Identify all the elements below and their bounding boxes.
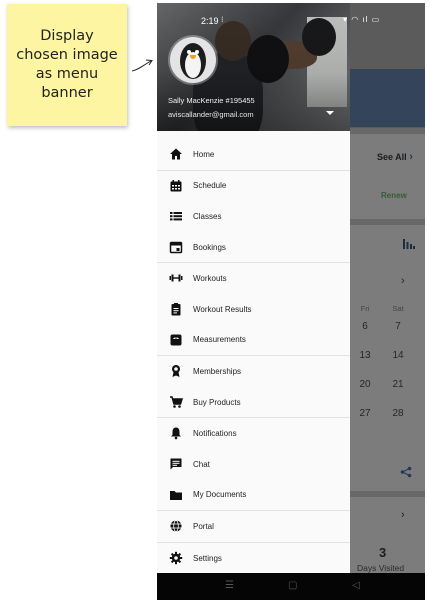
notification-status-icon: ⁝	[221, 15, 224, 24]
background-divider	[350, 128, 425, 134]
menu-item-measurements[interactable]: Measurements	[157, 325, 350, 356]
phone-screen: 2:19 ⁝ ▾ ◠ ıl ▭ See All › Renew › Fri Sa…	[157, 3, 425, 600]
chat-icon	[170, 458, 182, 470]
calendar-day: 28	[392, 408, 404, 419]
user-email: aviscallander@gmail.com	[168, 110, 254, 119]
chevron-right-icon: ›	[409, 151, 413, 163]
menu-item-portal[interactable]: Portal	[157, 511, 350, 542]
calendar-day: 21	[392, 379, 404, 390]
user-name: Sally MacKenzie #195455	[168, 96, 255, 105]
avatar[interactable]	[170, 37, 216, 83]
event-icon	[169, 241, 183, 254]
system-navigation-bar: ☰ ▢ ◁	[157, 573, 425, 600]
annotation-arrow	[131, 59, 153, 72]
share-icon	[400, 466, 412, 478]
menu-item-label: Chat	[193, 459, 210, 469]
background-divider	[350, 219, 425, 225]
background-divider	[350, 491, 425, 497]
bar-chart-icon	[403, 239, 415, 249]
background-see-all: See All ›	[377, 151, 413, 163]
clipboard-icon	[171, 302, 181, 316]
menu-item-label: Classes	[193, 211, 222, 221]
menu-item-label: Bookings	[193, 242, 226, 252]
menu-item-memberships[interactable]: Memberships	[157, 356, 350, 387]
scale-icon	[170, 334, 182, 346]
days-visited-label: Days Visited	[357, 563, 405, 573]
calendar-header: Sat	[392, 304, 404, 313]
annotation-note: Display chosen image as menu banner	[7, 4, 127, 126]
status-bar: 2:19 ⁝ ▾ ◠ ıl ▭	[157, 3, 425, 26]
menu-item-label: Schedule	[193, 181, 227, 191]
dumbbell-icon	[169, 274, 183, 282]
days-visited-count: 3	[379, 545, 387, 560]
cart-icon	[170, 396, 183, 408]
calendar-day: 14	[392, 350, 404, 361]
chevron-right-icon: ›	[401, 509, 405, 521]
account-dropdown-icon[interactable]	[326, 111, 334, 115]
back-icon[interactable]: ◁	[352, 580, 360, 591]
menu-item-label: Measurements	[193, 335, 246, 345]
badge-icon	[172, 365, 180, 378]
home-icon	[170, 148, 182, 160]
menu-item-schedule[interactable]: Schedule	[157, 171, 350, 202]
menu-item-workouts[interactable]: Workouts	[157, 263, 350, 294]
annotation-note-text: Display chosen image as menu banner	[16, 28, 118, 101]
calendar-header: Fri	[360, 304, 370, 313]
bell-icon	[171, 427, 181, 440]
background-see-all-label: See All	[377, 152, 407, 162]
menu-item-label: Workout Results	[193, 304, 252, 314]
penguin-avatar-shape	[187, 50, 191, 54]
calendar-day: 7	[395, 321, 401, 332]
drawer-menu: Home Schedule Classes Bookings Workouts …	[157, 139, 350, 573]
menu-item-label: Notifications	[193, 429, 237, 439]
menu-item-bookings[interactable]: Bookings	[157, 232, 350, 263]
globe-icon	[170, 520, 182, 533]
status-time: 2:19	[201, 16, 219, 26]
menu-item-settings[interactable]: Settings	[157, 543, 350, 574]
background-header-band	[350, 69, 425, 127]
menu-item-label: Buy Products	[193, 397, 241, 407]
signal-battery-icon: ▾ ◠ ıl ▭	[343, 15, 381, 24]
menu-item-label: My Documents	[193, 490, 247, 500]
menu-item-label: Memberships	[193, 366, 242, 376]
calendar-icon	[170, 179, 182, 192]
background-app: See All › Renew › Fri Sat 6 7 13 14 20 2…	[350, 3, 425, 573]
menu-banner[interactable]: Sally MacKenzie #195455 aviscallander@gm…	[157, 3, 350, 131]
menu-item-label: Portal	[193, 521, 214, 531]
menu-item-notifications[interactable]: Notifications	[157, 418, 350, 449]
navigation-drawer: Sally MacKenzie #195455 aviscallander@gm…	[157, 3, 350, 573]
menu-item-chat[interactable]: Chat	[157, 449, 350, 480]
menu-item-workout-results[interactable]: Workout Results	[157, 294, 350, 325]
recents-icon[interactable]: ☰	[225, 580, 234, 591]
home-nav-icon[interactable]: ▢	[288, 580, 297, 591]
menu-item-label: Settings	[193, 553, 222, 563]
menu-item-my-documents[interactable]: My Documents	[157, 480, 350, 511]
calendar-day: 13	[359, 350, 371, 361]
calendar-day: 27	[359, 408, 371, 419]
list-icon	[170, 212, 182, 221]
menu-item-label: Home	[193, 149, 215, 159]
menu-item-classes[interactable]: Classes	[157, 201, 350, 232]
penguin-avatar-shape	[195, 50, 199, 54]
calendar-day: 20	[359, 379, 371, 390]
menu-item-buy-products[interactable]: Buy Products	[157, 387, 350, 418]
menu-item-label: Workouts	[193, 274, 227, 284]
chevron-right-icon: ›	[401, 275, 405, 287]
menu-item-home[interactable]: Home	[157, 139, 350, 170]
gear-icon	[169, 551, 183, 564]
calendar-day: 6	[362, 321, 368, 332]
background-renew: Renew	[381, 191, 407, 200]
folder-icon	[170, 490, 182, 500]
